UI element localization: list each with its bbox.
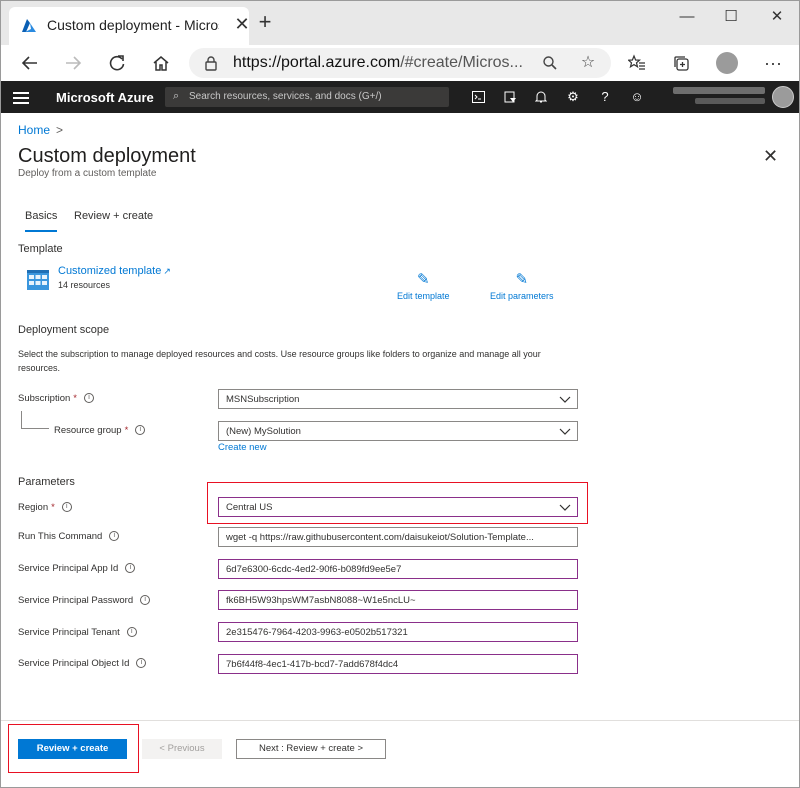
browser-window: Custom deployment - Microsoft A ✕ + — ☐ … [0,0,800,788]
resource-group-label: Resource group * i [54,425,146,436]
info-icon[interactable]: i [136,658,147,669]
edit-template-button[interactable]: ✎ Edit template [397,270,450,301]
tab-title: Custom deployment - Microsoft A [47,17,219,33]
password-field[interactable]: fk6BH5W93hpsWM7asbN8088~W1e5ncLU~ [218,590,578,610]
resource-group-dropdown[interactable]: (New) MySolution [218,421,578,441]
minimize-icon[interactable]: — [669,5,705,29]
directory-filter-icon[interactable] [501,88,519,106]
url-text: https://portal.azure.com/#create/Micros.… [233,54,523,71]
template-grid-icon [27,270,49,290]
address-row: https://portal.azure.com/#create/Micros.… [1,45,799,81]
pencil-icon: ✎ [515,271,529,288]
window-close-icon[interactable]: ✕ [759,5,795,29]
forward-icon[interactable] [59,49,87,77]
external-link-icon: ↗ [163,266,171,276]
run-command-label: Run This Command i [18,531,120,542]
lock-icon [205,56,217,71]
breadcrumb-home[interactable]: Home [18,123,50,137]
info-icon[interactable]: i [83,393,94,404]
password-label: Service Principal Password i [18,595,151,606]
region-label: Region * i [18,502,72,513]
template-resources-count: 14 resources [58,280,111,290]
refresh-icon[interactable] [103,49,131,77]
previous-button[interactable]: < Previous [142,739,222,759]
zoom-icon[interactable] [539,53,561,73]
tenant-field[interactable]: 2e315476-7964-4203-9963-e0502b517321 [218,622,578,642]
region-highlight-box [207,482,588,524]
maximize-icon[interactable]: ☐ [713,5,749,29]
tenant-label: Service Principal Tenant i [18,627,137,638]
info-icon[interactable]: i [109,531,120,542]
close-blade-icon[interactable]: ✕ [763,146,778,167]
info-icon[interactable]: i [61,502,72,513]
address-bar[interactable]: https://portal.azure.com/#create/Micros.… [189,48,611,78]
main-content: Home > Custom deployment Deploy from a cu… [1,113,799,787]
collections-icon[interactable] [667,49,695,77]
info-icon[interactable]: i [140,595,151,606]
browser-tab[interactable]: Custom deployment - Microsoft A ✕ [9,7,250,45]
subscription-dropdown[interactable]: MSNSubscription [218,389,578,409]
info-icon[interactable]: i [125,563,136,574]
notifications-icon[interactable] [532,88,550,106]
cloud-shell-icon[interactable] [469,88,487,106]
avatar[interactable] [772,86,794,108]
page-title: Custom deployment [18,145,196,167]
object-id-label: Service Principal Object Id i [18,658,147,669]
review-create-highlight-box [8,724,139,773]
template-heading: Template [18,243,63,255]
azure-search-input[interactable]: ⌕ Search resources, services, and docs (… [165,87,449,107]
more-options-icon[interactable]: ··· [759,49,787,77]
app-id-label: Service Principal App Id i [18,563,136,574]
help-icon[interactable]: ? [596,88,614,106]
favorite-star-icon[interactable]: ☆ [577,53,599,73]
tree-connector [21,411,49,429]
favorites-icon[interactable] [623,49,651,77]
tab-close-icon[interactable]: ✕ [231,13,253,35]
edit-parameters-button[interactable]: ✎ Edit parameters [490,270,554,301]
footer-divider [1,720,799,721]
subscription-label: Subscription * i [18,393,94,404]
tab-review-create[interactable]: Review + create [74,210,153,222]
info-icon[interactable]: i [135,425,146,436]
tab-basics[interactable]: Basics [25,210,58,232]
profile-icon[interactable] [713,49,741,77]
chevron-right-icon: > [56,123,64,137]
app-id-field[interactable]: 6d7e6300-6cdc-4ed2-90f6-b089fd9ee5e7 [218,559,578,579]
azure-header: Microsoft Azure ⌕ Search resources, serv… [1,81,799,113]
account-info[interactable] [669,87,765,107]
search-icon: ⌕ [173,90,180,102]
object-id-field[interactable]: 7b6f44f8-4ec1-417b-bcd7-7add678f4dc4 [218,654,578,674]
breadcrumb: Home > [18,123,63,137]
create-new-link[interactable]: Create new [218,442,267,453]
hamburger-menu-icon[interactable] [13,89,29,105]
home-icon[interactable] [147,49,175,77]
chevron-down-icon [559,396,571,403]
browser-tab-bar: Custom deployment - Microsoft A ✕ + — ☐ … [1,1,799,45]
feedback-smiley-icon[interactable]: ☺ [628,88,646,106]
next-button[interactable]: Next : Review + create > [236,739,386,759]
azure-brand[interactable]: Microsoft Azure [56,90,154,105]
deployment-scope-heading: Deployment scope [18,324,110,336]
customized-template-link[interactable]: Customized template ↗ [58,265,171,277]
chevron-down-icon [559,428,571,435]
parameters-heading: Parameters [18,476,75,488]
search-placeholder: Search resources, services, and docs (G+… [189,91,382,102]
back-icon[interactable] [16,49,44,77]
settings-gear-icon[interactable]: ⚙ [564,88,582,106]
new-tab-button[interactable]: + [253,11,277,35]
scope-description: Select the subscription to manage deploy… [18,349,541,373]
page-subtitle: Deploy from a custom template [18,168,157,179]
run-command-field[interactable]: wget -q https://raw.githubusercontent.co… [218,527,578,547]
info-icon[interactable]: i [126,627,137,638]
pencil-icon: ✎ [416,271,430,288]
azure-logo-icon [22,19,36,32]
